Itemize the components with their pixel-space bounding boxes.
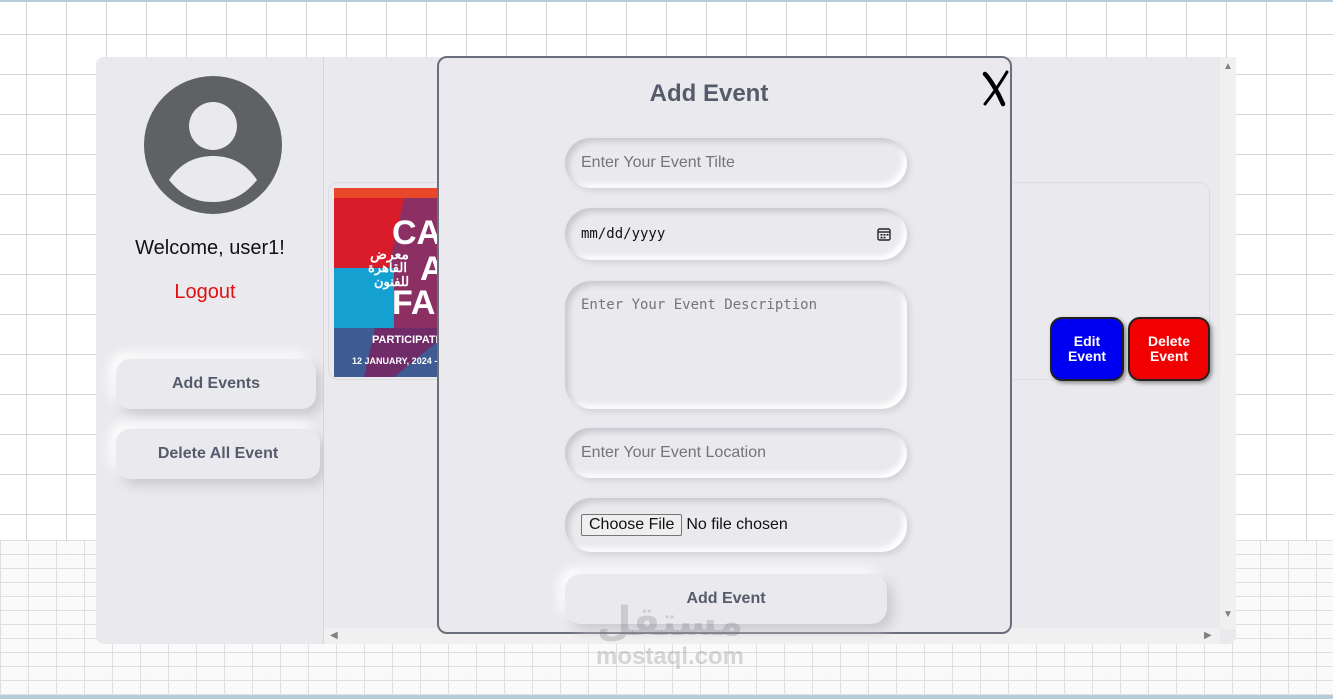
add-event-modal: Add Event mm/dd/yyyy Choose File No file… — [437, 56, 1012, 634]
edit-event-button[interactable]: Edit Event — [1050, 317, 1124, 381]
date-value: mm/dd/yyyy — [581, 226, 666, 242]
welcome-text: Welcome, user1! — [135, 237, 285, 259]
event-location-input[interactable] — [565, 428, 907, 478]
close-icon[interactable] — [979, 68, 1011, 108]
file-status-text: No file chosen — [686, 516, 788, 533]
window-bottom-edge — [0, 695, 1333, 699]
modal-title: Add Event — [649, 80, 769, 107]
scroll-down-icon[interactable]: ▼ — [1223, 609, 1233, 620]
user-avatar-icon — [144, 76, 282, 214]
event-poster-image: CAIR معرض القاهرة للفنون AR FAIR PARTICI… — [334, 188, 454, 377]
scroll-up-icon[interactable]: ▲ — [1223, 61, 1233, 72]
scroll-right-icon[interactable]: ▶ — [1204, 630, 1212, 641]
scroll-left-icon[interactable]: ◀ — [330, 630, 338, 641]
choose-file-button[interactable]: Choose File — [581, 514, 683, 536]
welcome-message: Welcome, user1! — [96, 237, 324, 260]
vertical-scrollbar[interactable]: ▲ ▼ — [1220, 57, 1236, 629]
delete-all-events-button[interactable]: Delete All Event — [116, 429, 320, 479]
add-event-submit-button[interactable]: Add Event — [565, 574, 887, 624]
event-file-input: Choose File No file chosen — [565, 498, 907, 552]
delete-event-button[interactable]: Delete Event — [1128, 317, 1210, 381]
event-description-textarea[interactable] — [565, 281, 907, 409]
add-events-button[interactable]: Add Events — [116, 359, 316, 409]
event-date-input[interactable]: mm/dd/yyyy — [565, 208, 907, 260]
event-title-input[interactable] — [565, 138, 907, 188]
logout-link[interactable]: Logout — [96, 281, 314, 304]
sidebar: Welcome, user1! Logout Add Events Delete… — [96, 57, 324, 644]
calendar-icon[interactable] — [877, 227, 891, 241]
window-top-edge — [0, 0, 1333, 2]
